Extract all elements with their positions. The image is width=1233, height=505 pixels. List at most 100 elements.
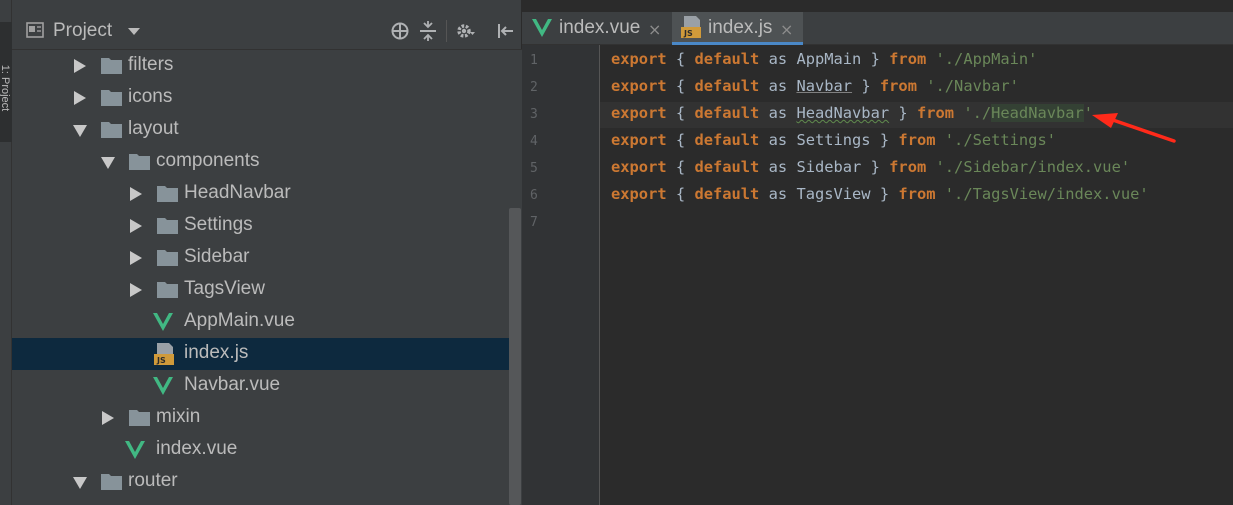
tree-row-label: icons	[128, 86, 173, 107]
brace-close: }	[861, 77, 871, 95]
import-path: './TagsView/index.vue'	[944, 185, 1149, 203]
code-line: export { default as Sidebar } from './Si…	[611, 158, 1130, 185]
keyword-export: export	[611, 158, 667, 176]
tree-row-settings[interactable]: Settings	[12, 210, 509, 242]
chevron-right-icon[interactable]	[130, 283, 142, 297]
keyword-export: export	[611, 185, 667, 203]
brace-open: {	[675, 185, 686, 203]
brace-close: }	[870, 158, 880, 176]
keyword-from: from	[889, 158, 927, 176]
chevron-right-icon[interactable]	[74, 91, 86, 105]
tree-row-label: Sidebar	[184, 246, 250, 267]
keyword-as: as	[768, 131, 788, 149]
keyword-as: as	[768, 77, 788, 95]
line-number: 2	[530, 80, 538, 95]
svg-text:JS: JS	[156, 356, 166, 365]
brace-open: {	[675, 104, 686, 122]
tree-row-label: filters	[128, 54, 174, 75]
export-name: TagsView	[796, 185, 871, 203]
tree-row-filters[interactable]: filters	[12, 50, 509, 82]
gear-icon[interactable]	[455, 21, 475, 41]
folder-icon	[157, 186, 178, 202]
tree-row-label: Navbar.vue	[184, 374, 281, 395]
folder-icon	[101, 474, 122, 490]
chevron-down-icon[interactable]	[101, 157, 115, 169]
vue-icon	[153, 377, 173, 395]
vue-icon	[125, 441, 145, 459]
tab-label: index.js	[708, 17, 773, 38]
brace-open: {	[675, 50, 686, 68]
line-number: 4	[530, 134, 538, 149]
chevron-right-icon[interactable]	[74, 59, 86, 73]
keyword-default: default	[694, 131, 760, 149]
tree-row-navbar-vue[interactable]: Navbar.vue	[12, 370, 509, 402]
tree-scrollbar-thumb[interactable]	[509, 208, 521, 505]
tree-row-label: Settings	[184, 214, 253, 235]
tree-row-appmain-vue[interactable]: AppMain.vue	[12, 306, 509, 338]
tree-row-label: index.js	[184, 342, 249, 363]
folder-icon	[101, 90, 122, 106]
line-number: 3	[530, 107, 538, 122]
tab-index-vue[interactable]: index.vue ×	[522, 12, 668, 45]
brace-close: }	[870, 50, 880, 68]
close-icon[interactable]: ×	[648, 20, 661, 39]
tree-row-mixin[interactable]: mixin	[12, 402, 509, 434]
keyword-export: export	[611, 131, 667, 149]
chevron-right-icon[interactable]	[130, 187, 142, 201]
brace-close: }	[898, 104, 908, 122]
folder-icon	[101, 58, 122, 74]
collapse-all-icon[interactable]	[418, 21, 438, 41]
editor-tab-bar: index.vue × JS index.js ×	[522, 12, 1233, 45]
header-divider	[446, 20, 447, 42]
line-number: 7	[530, 215, 538, 230]
editor-area: index.vue × JS index.js × 1 2 3 4 5 6 7 export…	[522, 0, 1233, 505]
code-line: export { default as Navbar } from './Nav…	[611, 77, 1019, 104]
tree-row-layout[interactable]: layout	[12, 114, 509, 146]
keyword-as: as	[768, 185, 788, 203]
tree-row-label: mixin	[156, 406, 201, 427]
keyword-as: as	[768, 158, 788, 176]
tree-row-index-vue[interactable]: index.vue	[12, 434, 509, 466]
tree-row-icons[interactable]: icons	[12, 82, 509, 114]
project-tool-tab[interactable]: 1: Project	[0, 22, 12, 142]
project-view-selector[interactable]: Project	[53, 20, 112, 42]
keyword-as: as	[768, 104, 788, 122]
export-name: Navbar	[796, 77, 853, 95]
tree-row-label: HeadNavbar	[184, 182, 291, 203]
tree-row-index-js[interactable]: JS index.js	[12, 338, 509, 370]
export-name: AppMain	[796, 50, 862, 68]
chevron-right-icon[interactable]	[130, 219, 142, 233]
hide-panel-icon[interactable]	[496, 21, 516, 41]
tree-row-headnavbar[interactable]: HeadNavbar	[12, 178, 509, 210]
line-number: 1	[530, 53, 538, 68]
tab-index-js[interactable]: JS index.js ×	[672, 12, 803, 45]
keyword-from: from	[879, 77, 917, 95]
chevron-down-icon[interactable]	[73, 477, 87, 489]
chevron-right-icon[interactable]	[130, 251, 142, 265]
keyword-from: from	[898, 131, 936, 149]
keyword-export: export	[611, 77, 667, 95]
tree-row-components[interactable]: components	[12, 146, 509, 178]
keyword-default: default	[694, 158, 760, 176]
tree-row-label: index.vue	[156, 438, 238, 459]
line-number: 6	[530, 188, 538, 203]
import-path: './Navbar'	[926, 77, 1019, 95]
brace-close: }	[879, 131, 890, 149]
tree-row-label: components	[156, 150, 260, 171]
close-icon[interactable]: ×	[780, 20, 793, 39]
chevron-down-icon[interactable]	[128, 28, 140, 35]
import-path: './Sidebar/index.vue'	[935, 158, 1131, 176]
tab-label: index.vue	[559, 17, 641, 38]
tree-row-label: TagsView	[184, 278, 265, 299]
chevron-down-icon[interactable]	[73, 125, 87, 137]
code-line: export { default as Settings } from './S…	[611, 131, 1056, 158]
scroll-from-source-icon[interactable]	[390, 21, 410, 41]
keyword-from: from	[889, 50, 927, 68]
svg-text:JS: JS	[683, 29, 693, 38]
chevron-right-icon[interactable]	[102, 411, 114, 425]
tree-row-router[interactable]: router	[12, 466, 509, 498]
tree-row-tagsview[interactable]: TagsView	[12, 274, 509, 306]
code-line: export { default as TagsView } from './T…	[611, 185, 1149, 212]
js-icon: JS	[154, 343, 174, 365]
tree-row-sidebar[interactable]: Sidebar	[12, 242, 509, 274]
